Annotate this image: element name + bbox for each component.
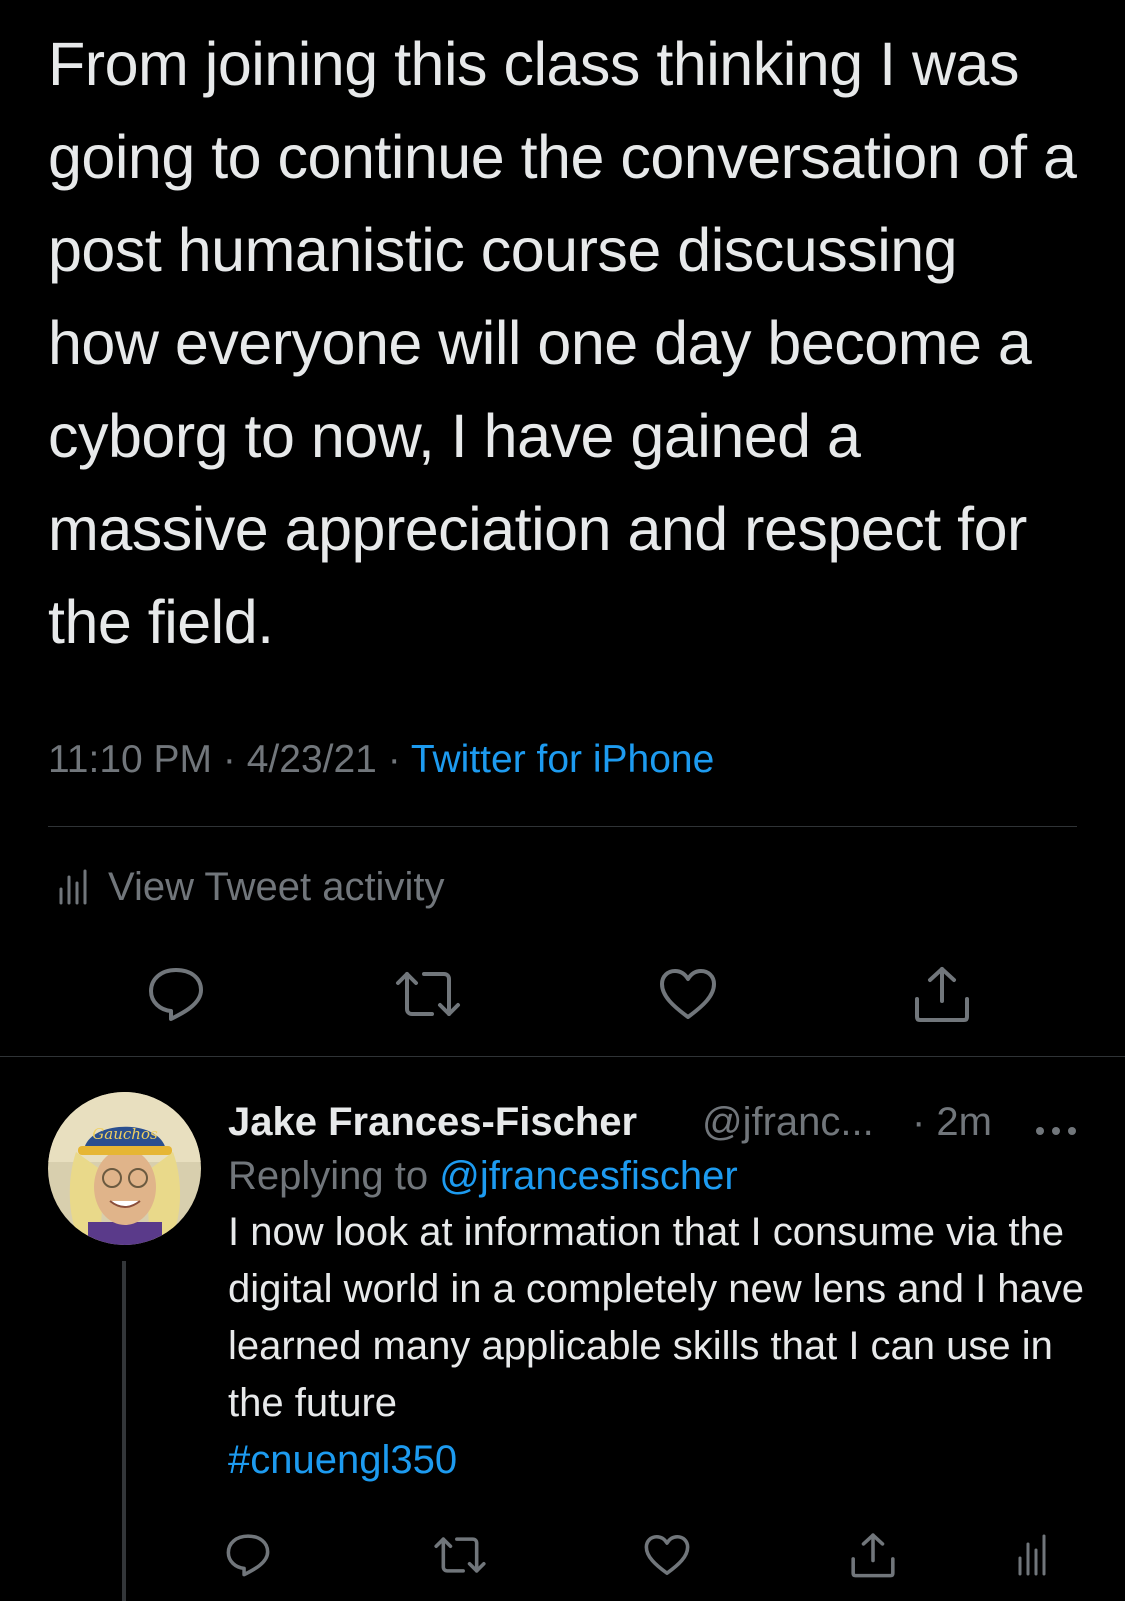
author-name[interactable]: Jake Frances-Fischer (228, 1100, 637, 1145)
author-handle[interactable]: @jfranc... (702, 1100, 874, 1145)
tweet-meta: 11:10 PM · 4/23/21 · Twitter for iPhone (48, 738, 714, 782)
share-button[interactable] (912, 966, 972, 1026)
like-icon (644, 1534, 690, 1581)
tweet-action-bar (0, 966, 1125, 1026)
tweet-text: From joining this class thinking I was g… (48, 30, 1077, 656)
like-icon (659, 968, 717, 1025)
reply-header: Jake Frances-Fischer @jfranc... · 2m (228, 1090, 1088, 1146)
more-options-button[interactable] (1032, 1100, 1080, 1146)
replying-prefix: Replying to (228, 1154, 429, 1198)
share-icon (850, 1532, 896, 1583)
svg-text:Gauchos: Gauchos (92, 1125, 158, 1143)
reply-action-bar (0, 1530, 1125, 1584)
reply-tweet[interactable]: Gauchos Jake Frances-Fischer @jfranc... … (0, 1056, 1125, 1601)
retweet-icon (394, 969, 462, 1024)
share-button[interactable] (846, 1530, 900, 1584)
analytics-icon (1017, 1534, 1047, 1581)
tweet-date: 4/23/21 (246, 738, 377, 781)
reply-icon (225, 1533, 271, 1582)
like-button[interactable] (658, 966, 718, 1026)
reply-icon (147, 966, 205, 1027)
analytics-icon (58, 869, 88, 905)
meta-separator: · (387, 738, 401, 781)
ellipsis-icon (1034, 1101, 1078, 1146)
reply-button[interactable] (146, 966, 206, 1026)
main-tweet: From joining this class thinking I was g… (48, 18, 1078, 669)
reply-time: · 2m (912, 1100, 992, 1144)
meta-separator: · (222, 738, 236, 781)
tweet-time: 11:10 PM (48, 738, 213, 781)
replying-to: Replying to @jfrancesfischer (228, 1154, 738, 1199)
retweet-button[interactable] (396, 966, 460, 1026)
avatar[interactable]: Gauchos (48, 1092, 201, 1245)
view-tweet-activity-button[interactable]: View Tweet activity (58, 862, 444, 912)
tweet-source-link[interactable]: Twitter for iPhone (411, 738, 714, 781)
reply-button[interactable] (221, 1530, 275, 1584)
hashtag-link[interactable]: #cnuengl350 (228, 1432, 1088, 1489)
replying-mention-link[interactable]: @jfrancesfischer (439, 1154, 737, 1198)
like-button[interactable] (640, 1530, 694, 1584)
tweet-analytics-button[interactable] (1005, 1530, 1059, 1584)
retweet-icon (433, 1535, 487, 1580)
retweet-button[interactable] (433, 1530, 487, 1584)
reply-body: I now look at information that I consume… (228, 1210, 1085, 1425)
share-icon (913, 965, 971, 1028)
activity-label: View Tweet activity (108, 864, 445, 909)
divider (48, 826, 1077, 827)
reply-text: I now look at information that I consume… (228, 1204, 1088, 1489)
